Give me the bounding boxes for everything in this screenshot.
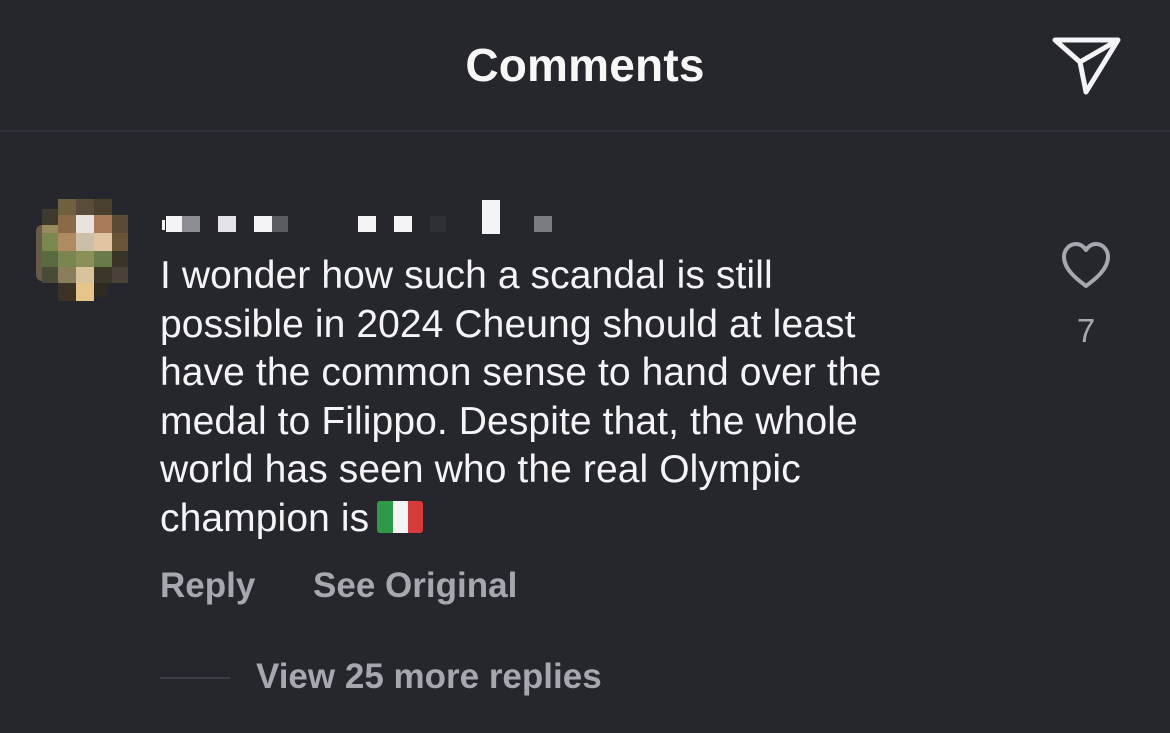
see-original-button[interactable]: See Original — [313, 566, 517, 606]
replies-divider — [160, 677, 230, 679]
comment-actions: Reply See Original — [160, 566, 565, 606]
avatar[interactable] — [36, 197, 136, 305]
italy-flag-icon — [377, 500, 424, 533]
reply-button[interactable]: Reply — [160, 566, 255, 606]
view-replies-button[interactable]: View 25 more replies — [256, 657, 602, 697]
heart-icon[interactable] — [1058, 238, 1114, 294]
comments-header: Comments — [0, 0, 1170, 132]
comment-body: I wonder how such a scandal is still pos… — [160, 254, 882, 540]
comment-text: I wonder how such a scandal is still pos… — [160, 252, 990, 543]
like-count: 7 — [1076, 312, 1096, 349]
send-icon[interactable] — [1048, 32, 1124, 100]
page-title: Comments — [465, 39, 705, 91]
username-pixelated[interactable] — [160, 198, 560, 238]
